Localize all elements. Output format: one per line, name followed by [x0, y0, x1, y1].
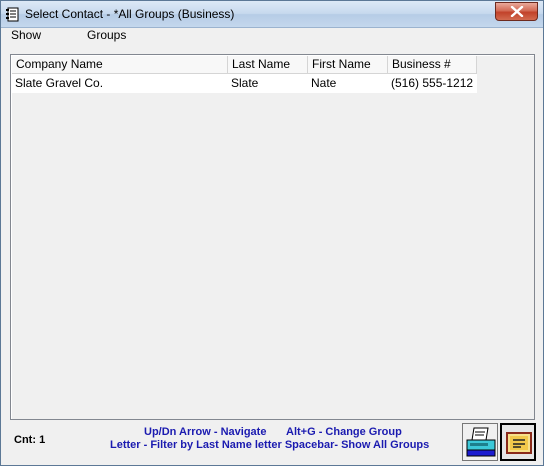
window-title: Select Contact - *All Groups (Business)	[25, 7, 235, 21]
print-button[interactable]	[462, 423, 498, 461]
contact-list[interactable]: Company Name Last Name First Name Busine…	[10, 54, 535, 420]
hint-change-group: Alt+G - Change Group	[286, 426, 402, 438]
close-icon	[510, 6, 524, 17]
address-card-button[interactable]	[500, 423, 536, 461]
menu-show[interactable]: Show	[9, 28, 43, 44]
menu-bar: Show Groups	[1, 28, 543, 44]
phone-book-icon	[5, 6, 21, 22]
cell-last-name: Slate	[231, 76, 259, 90]
menu-groups[interactable]: Groups	[85, 28, 128, 44]
record-count: Cnt: 1	[14, 434, 45, 446]
cell-first-name: Nate	[311, 76, 337, 90]
count-value: 1	[39, 434, 46, 446]
close-button[interactable]	[495, 2, 538, 21]
table-row[interactable]: Slate Gravel Co. Slate Nate (516) 555-12…	[12, 74, 477, 93]
column-header-business-phone[interactable]: Business #	[388, 56, 477, 74]
count-label: Cnt:	[14, 434, 36, 446]
address-card-icon	[506, 432, 532, 454]
cell-business-phone: (516) 555-1212	[391, 76, 474, 90]
hint-navigate: Up/Dn Arrow - Navigate	[144, 426, 267, 438]
title-bar[interactable]: Select Contact - *All Groups (Business)	[1, 1, 543, 28]
cell-company: Slate Gravel Co.	[15, 76, 104, 90]
select-contact-window: Select Contact - *All Groups (Business) …	[0, 0, 544, 466]
printer-icon	[466, 427, 496, 457]
hint-filter: Letter - Filter by Last Name letter Spac…	[110, 439, 430, 451]
column-header-last-name[interactable]: Last Name	[228, 56, 308, 74]
column-header-first-name[interactable]: First Name	[308, 56, 388, 74]
column-header-company[interactable]: Company Name	[12, 56, 228, 74]
